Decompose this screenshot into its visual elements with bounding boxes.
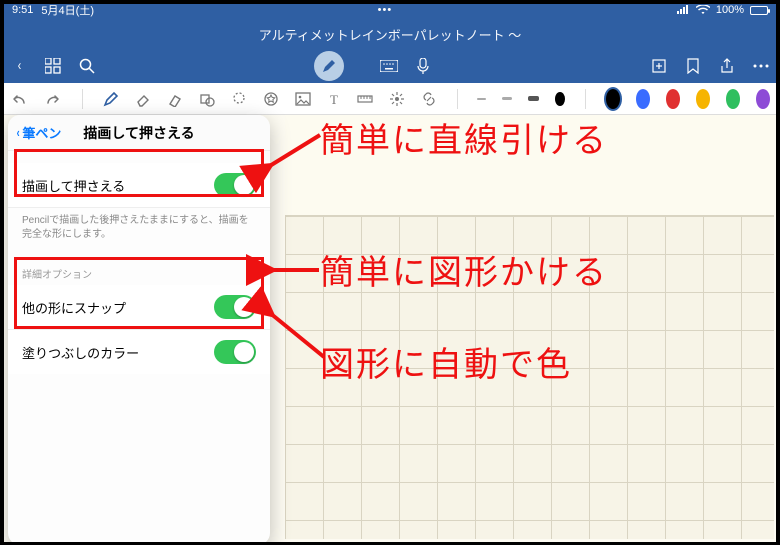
chevron-left-icon: ‹ bbox=[17, 125, 20, 140]
color-swatch-5[interactable] bbox=[726, 89, 740, 109]
section-advanced-label: 詳細オプション bbox=[8, 252, 270, 285]
annotation-2: 簡単に図形かける bbox=[320, 245, 608, 294]
arrow-2 bbox=[264, 263, 324, 277]
color-swatch-6[interactable] bbox=[756, 89, 770, 109]
add-icon[interactable] bbox=[650, 57, 668, 75]
arrow-3 bbox=[262, 307, 332, 365]
search-icon[interactable] bbox=[78, 57, 96, 75]
status-date: 5月4日(土) bbox=[41, 2, 94, 18]
document-canvas[interactable]: ‹ 筆ペン 描画して押さえる 描画して押さえる Pencilで描画した後押さえた… bbox=[0, 115, 780, 545]
highlighter-tool-icon[interactable] bbox=[167, 91, 183, 107]
row-draw-hold-label: 描画して押さえる bbox=[22, 176, 125, 195]
annotation-3: 図形に自動で色 bbox=[320, 337, 572, 386]
favorite-tool-icon[interactable] bbox=[263, 91, 279, 107]
battery-percent: 100% bbox=[716, 4, 744, 16]
battery-icon bbox=[750, 6, 768, 15]
text-tool-icon[interactable]: T bbox=[327, 92, 341, 106]
stroke-width-2[interactable] bbox=[502, 97, 512, 100]
pen-mode-button[interactable] bbox=[314, 51, 344, 81]
svg-text:T: T bbox=[330, 92, 338, 106]
pen-settings-popover: ‹ 筆ペン 描画して押さえる 描画して押さえる Pencilで描画した後押さえた… bbox=[8, 115, 270, 545]
row-snap: 他の形にスナップ bbox=[8, 285, 270, 330]
lasso-tool-icon[interactable] bbox=[231, 91, 247, 107]
link-tool-icon[interactable] bbox=[421, 91, 437, 107]
thumbnails-icon[interactable] bbox=[44, 57, 62, 75]
status-time: 9:51 bbox=[12, 4, 33, 16]
popover-back-button[interactable]: ‹ 筆ペン bbox=[16, 115, 61, 150]
draw-hold-description: Pencilで描画した後押さえたままにすると、描画を完全な形にします。 bbox=[8, 208, 270, 252]
status-bar: 9:51 5月4日(土) ••• 100% bbox=[0, 0, 780, 20]
eraser-tool-icon[interactable] bbox=[135, 91, 151, 107]
row-fill-color: 塗りつぶしのカラー bbox=[8, 330, 270, 374]
wifi-icon bbox=[696, 5, 710, 15]
toggle-snap[interactable] bbox=[214, 295, 256, 319]
keyboard-icon[interactable] bbox=[380, 57, 398, 75]
stroke-width-1[interactable] bbox=[477, 98, 485, 100]
status-dots: ••• bbox=[378, 4, 393, 16]
app-toolbar: ‹ bbox=[0, 48, 780, 83]
image-tool-icon[interactable] bbox=[295, 92, 311, 106]
share-icon[interactable] bbox=[718, 57, 736, 75]
undo-button[interactable] bbox=[10, 92, 28, 106]
stroke-width-3[interactable] bbox=[528, 96, 539, 101]
toggle-draw-hold[interactable] bbox=[214, 173, 256, 197]
laser-tool-icon[interactable] bbox=[389, 91, 405, 107]
arrow-1 bbox=[260, 125, 330, 175]
mic-icon[interactable] bbox=[414, 57, 432, 75]
more-icon[interactable] bbox=[752, 57, 770, 75]
color-swatch-1[interactable] bbox=[606, 89, 620, 109]
shape-tool-icon[interactable] bbox=[199, 91, 215, 107]
redo-button[interactable] bbox=[44, 92, 62, 106]
document-title[interactable]: アルティメットレインボーパレットノート 〜 bbox=[259, 25, 522, 44]
title-bar: アルティメットレインボーパレットノート 〜 bbox=[0, 20, 780, 48]
row-fill-label: 塗りつぶしのカラー bbox=[22, 343, 139, 362]
pen-tool-icon[interactable] bbox=[103, 91, 119, 107]
toggle-fill-color[interactable] bbox=[214, 340, 256, 364]
drawing-toolbar: T bbox=[0, 83, 780, 115]
color-swatch-2[interactable] bbox=[636, 89, 650, 109]
popover-title: 描画して押さえる bbox=[83, 123, 194, 143]
color-swatch-4[interactable] bbox=[696, 89, 710, 109]
color-swatch-3[interactable] bbox=[666, 89, 680, 109]
signal-icon bbox=[676, 5, 690, 15]
row-snap-label: 他の形にスナップ bbox=[22, 298, 126, 317]
popover-back-label: 筆ペン bbox=[22, 123, 61, 142]
popover-header: ‹ 筆ペン 描画して押さえる bbox=[8, 115, 270, 151]
back-button[interactable]: ‹ bbox=[10, 57, 28, 75]
ruler-tool-icon[interactable] bbox=[357, 93, 373, 105]
bookmark-icon[interactable] bbox=[684, 57, 702, 75]
row-draw-hold: 描画して押さえる bbox=[8, 163, 270, 208]
annotation-1: 簡単に直線引ける bbox=[320, 113, 608, 162]
color-black[interactable] bbox=[555, 92, 565, 106]
